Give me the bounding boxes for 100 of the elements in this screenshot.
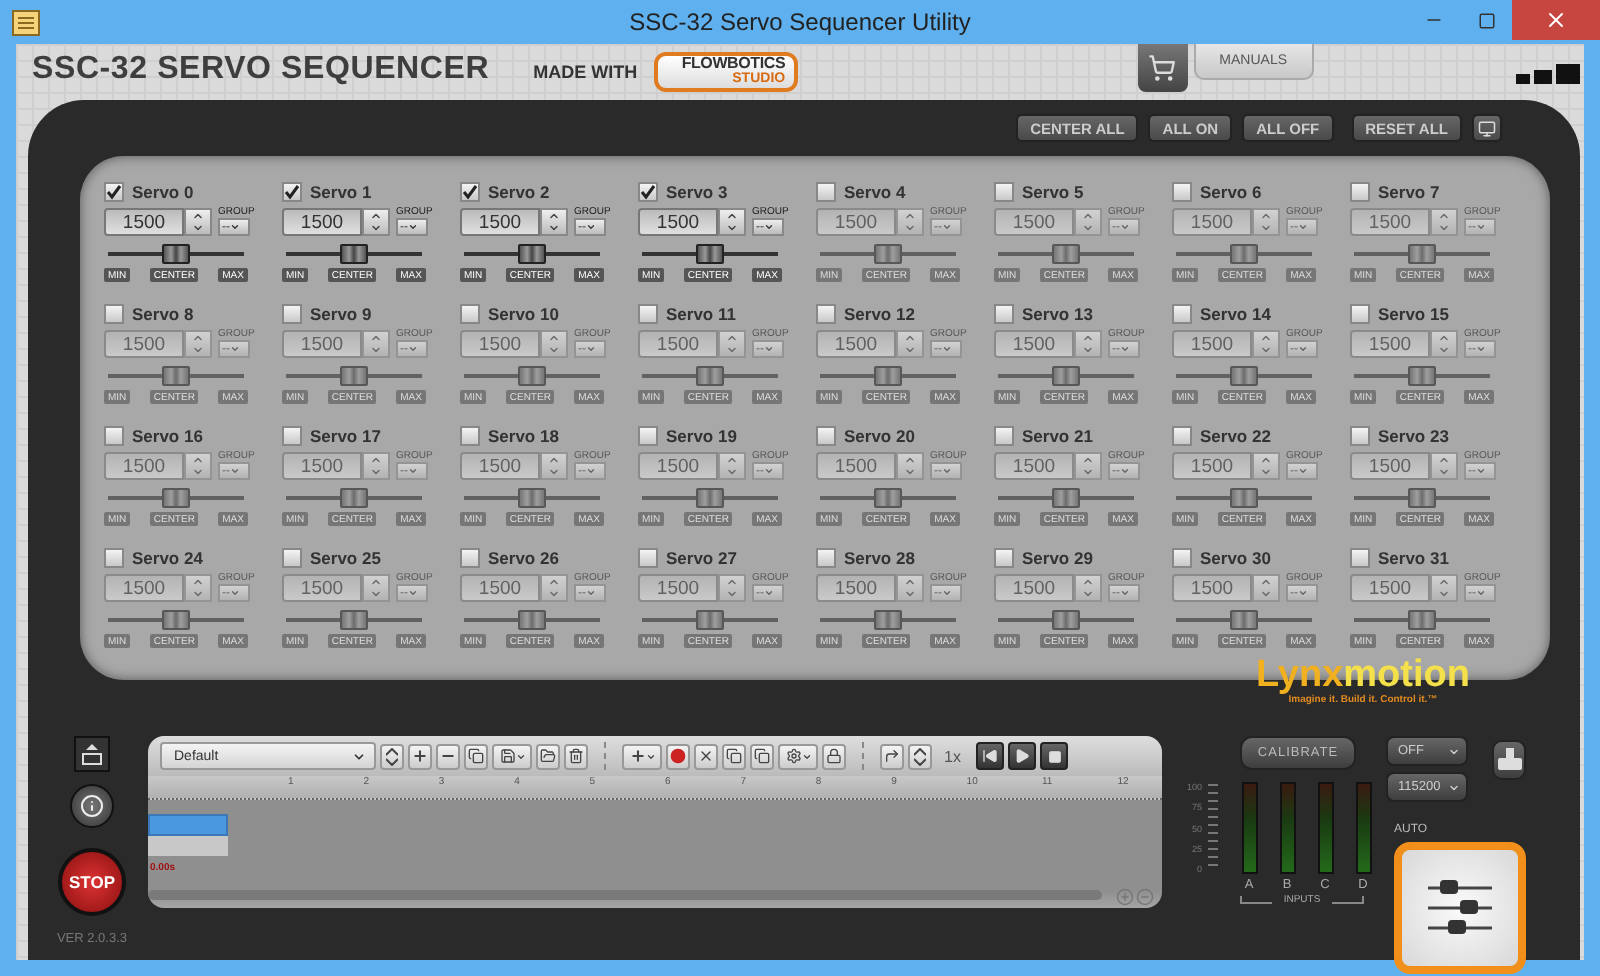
- checkbox[interactable]: [638, 548, 658, 568]
- copy-button[interactable]: [464, 743, 488, 769]
- value-field[interactable]: 1500: [104, 330, 184, 358]
- device-button[interactable]: [1492, 740, 1526, 780]
- checkbox[interactable]: [1172, 548, 1192, 568]
- add-button[interactable]: [408, 743, 432, 769]
- value-field[interactable]: 1500: [282, 330, 362, 358]
- value-field[interactable]: 1500: [638, 330, 718, 358]
- value-field[interactable]: 1500: [1172, 452, 1252, 480]
- checkbox[interactable]: [1172, 426, 1192, 446]
- delete-button[interactable]: [564, 743, 588, 769]
- servo-slider[interactable]: [642, 610, 778, 630]
- checkbox[interactable]: [638, 304, 658, 324]
- checkbox[interactable]: [282, 182, 302, 202]
- checkbox[interactable]: [816, 182, 836, 202]
- value-field[interactable]: 1500: [816, 330, 896, 358]
- slider-thumb[interactable]: [1408, 366, 1436, 386]
- servo-slider[interactable]: [1176, 366, 1312, 386]
- servo-slider[interactable]: [1176, 610, 1312, 630]
- checkbox[interactable]: [282, 304, 302, 324]
- add-button[interactable]: [622, 743, 662, 769]
- servo-slider[interactable]: [998, 244, 1134, 264]
- eject-button[interactable]: [74, 736, 110, 772]
- value-field[interactable]: 1500: [460, 452, 540, 480]
- checkbox[interactable]: [1350, 304, 1370, 324]
- checkbox[interactable]: [816, 304, 836, 324]
- value-field[interactable]: 1500: [1172, 208, 1252, 236]
- spinner-button[interactable]: [718, 208, 746, 236]
- slider-thumb[interactable]: [1408, 610, 1436, 630]
- slider-thumb[interactable]: [1230, 610, 1258, 630]
- slider-thumb[interactable]: [1052, 610, 1080, 630]
- spinner-button[interactable]: [184, 208, 212, 236]
- servo-slider[interactable]: [820, 610, 956, 630]
- value-field[interactable]: 1500: [994, 208, 1074, 236]
- slider-thumb[interactable]: [696, 610, 724, 630]
- value-field[interactable]: 1500: [1350, 330, 1430, 358]
- checkbox[interactable]: [816, 426, 836, 446]
- servo-slider[interactable]: [1354, 244, 1490, 264]
- cart-button[interactable]: [1137, 44, 1188, 92]
- checkbox[interactable]: [638, 426, 658, 446]
- value-field[interactable]: 1500: [994, 574, 1074, 602]
- checkbox[interactable]: [994, 304, 1014, 324]
- zoom-out-icon[interactable]: [1136, 888, 1154, 906]
- servo-slider[interactable]: [642, 244, 778, 264]
- value-field[interactable]: 1500: [994, 330, 1074, 358]
- copy-button[interactable]: [722, 743, 746, 769]
- slider-thumb[interactable]: [874, 244, 902, 264]
- redo-button[interactable]: [880, 743, 904, 769]
- checkbox[interactable]: [1172, 304, 1192, 324]
- servo-slider[interactable]: [642, 488, 778, 508]
- slider-thumb[interactable]: [696, 488, 724, 508]
- checkbox[interactable]: [282, 426, 302, 446]
- slider-thumb[interactable]: [518, 244, 546, 264]
- slider-thumb[interactable]: [518, 488, 546, 508]
- stop-button[interactable]: [1040, 742, 1069, 770]
- value-field[interactable]: 1500: [104, 452, 184, 480]
- servo-slider[interactable]: [998, 610, 1134, 630]
- save-button[interactable]: [492, 743, 532, 769]
- servo-slider[interactable]: [1176, 244, 1312, 264]
- value-field[interactable]: 1500: [1350, 574, 1430, 602]
- servo-slider[interactable]: [464, 610, 600, 630]
- value-field[interactable]: 1500: [638, 574, 718, 602]
- servo-slider[interactable]: [1354, 610, 1490, 630]
- servo-slider[interactable]: [286, 244, 422, 264]
- servo-slider[interactable]: [286, 610, 422, 630]
- spinner-button[interactable]: [362, 208, 390, 236]
- slider-thumb[interactable]: [518, 366, 546, 386]
- value-field[interactable]: 1500: [282, 452, 362, 480]
- slider-thumb[interactable]: [874, 366, 902, 386]
- value-field[interactable]: 1500: [1172, 330, 1252, 358]
- value-field[interactable]: 1500: [1350, 452, 1430, 480]
- slider-thumb[interactable]: [340, 610, 368, 630]
- checkbox[interactable]: [1350, 548, 1370, 568]
- value-field[interactable]: 1500: [816, 452, 896, 480]
- checkbox[interactable]: [1172, 182, 1192, 202]
- checkbox[interactable]: [460, 304, 480, 324]
- servo-slider[interactable]: [820, 244, 956, 264]
- servo-slider[interactable]: [286, 366, 422, 386]
- record-button[interactable]: [666, 743, 690, 769]
- value-field[interactable]: 1500: [460, 574, 540, 602]
- servo-slider[interactable]: [820, 488, 956, 508]
- slider-thumb[interactable]: [696, 244, 724, 264]
- spinner-button[interactable]: [380, 743, 404, 769]
- rewind-button[interactable]: [976, 742, 1005, 770]
- zoom-in-icon[interactable]: [1116, 888, 1134, 906]
- value-field[interactable]: 1500: [1350, 208, 1430, 236]
- checkbox[interactable]: [816, 548, 836, 568]
- checkbox[interactable]: [104, 548, 124, 568]
- spinner-button[interactable]: [540, 208, 568, 236]
- servo-slider[interactable]: [108, 488, 244, 508]
- checkbox[interactable]: [460, 426, 480, 446]
- checkbox[interactable]: [1350, 426, 1370, 446]
- monitor-icon[interactable]: [1472, 114, 1502, 142]
- scrollbar[interactable]: [148, 890, 1102, 900]
- checkbox[interactable]: [460, 182, 480, 202]
- slider-thumb[interactable]: [874, 610, 902, 630]
- checkbox[interactable]: [104, 182, 124, 202]
- remove-button[interactable]: [436, 743, 460, 769]
- open-button[interactable]: [536, 743, 560, 769]
- servo-slider[interactable]: [1176, 488, 1312, 508]
